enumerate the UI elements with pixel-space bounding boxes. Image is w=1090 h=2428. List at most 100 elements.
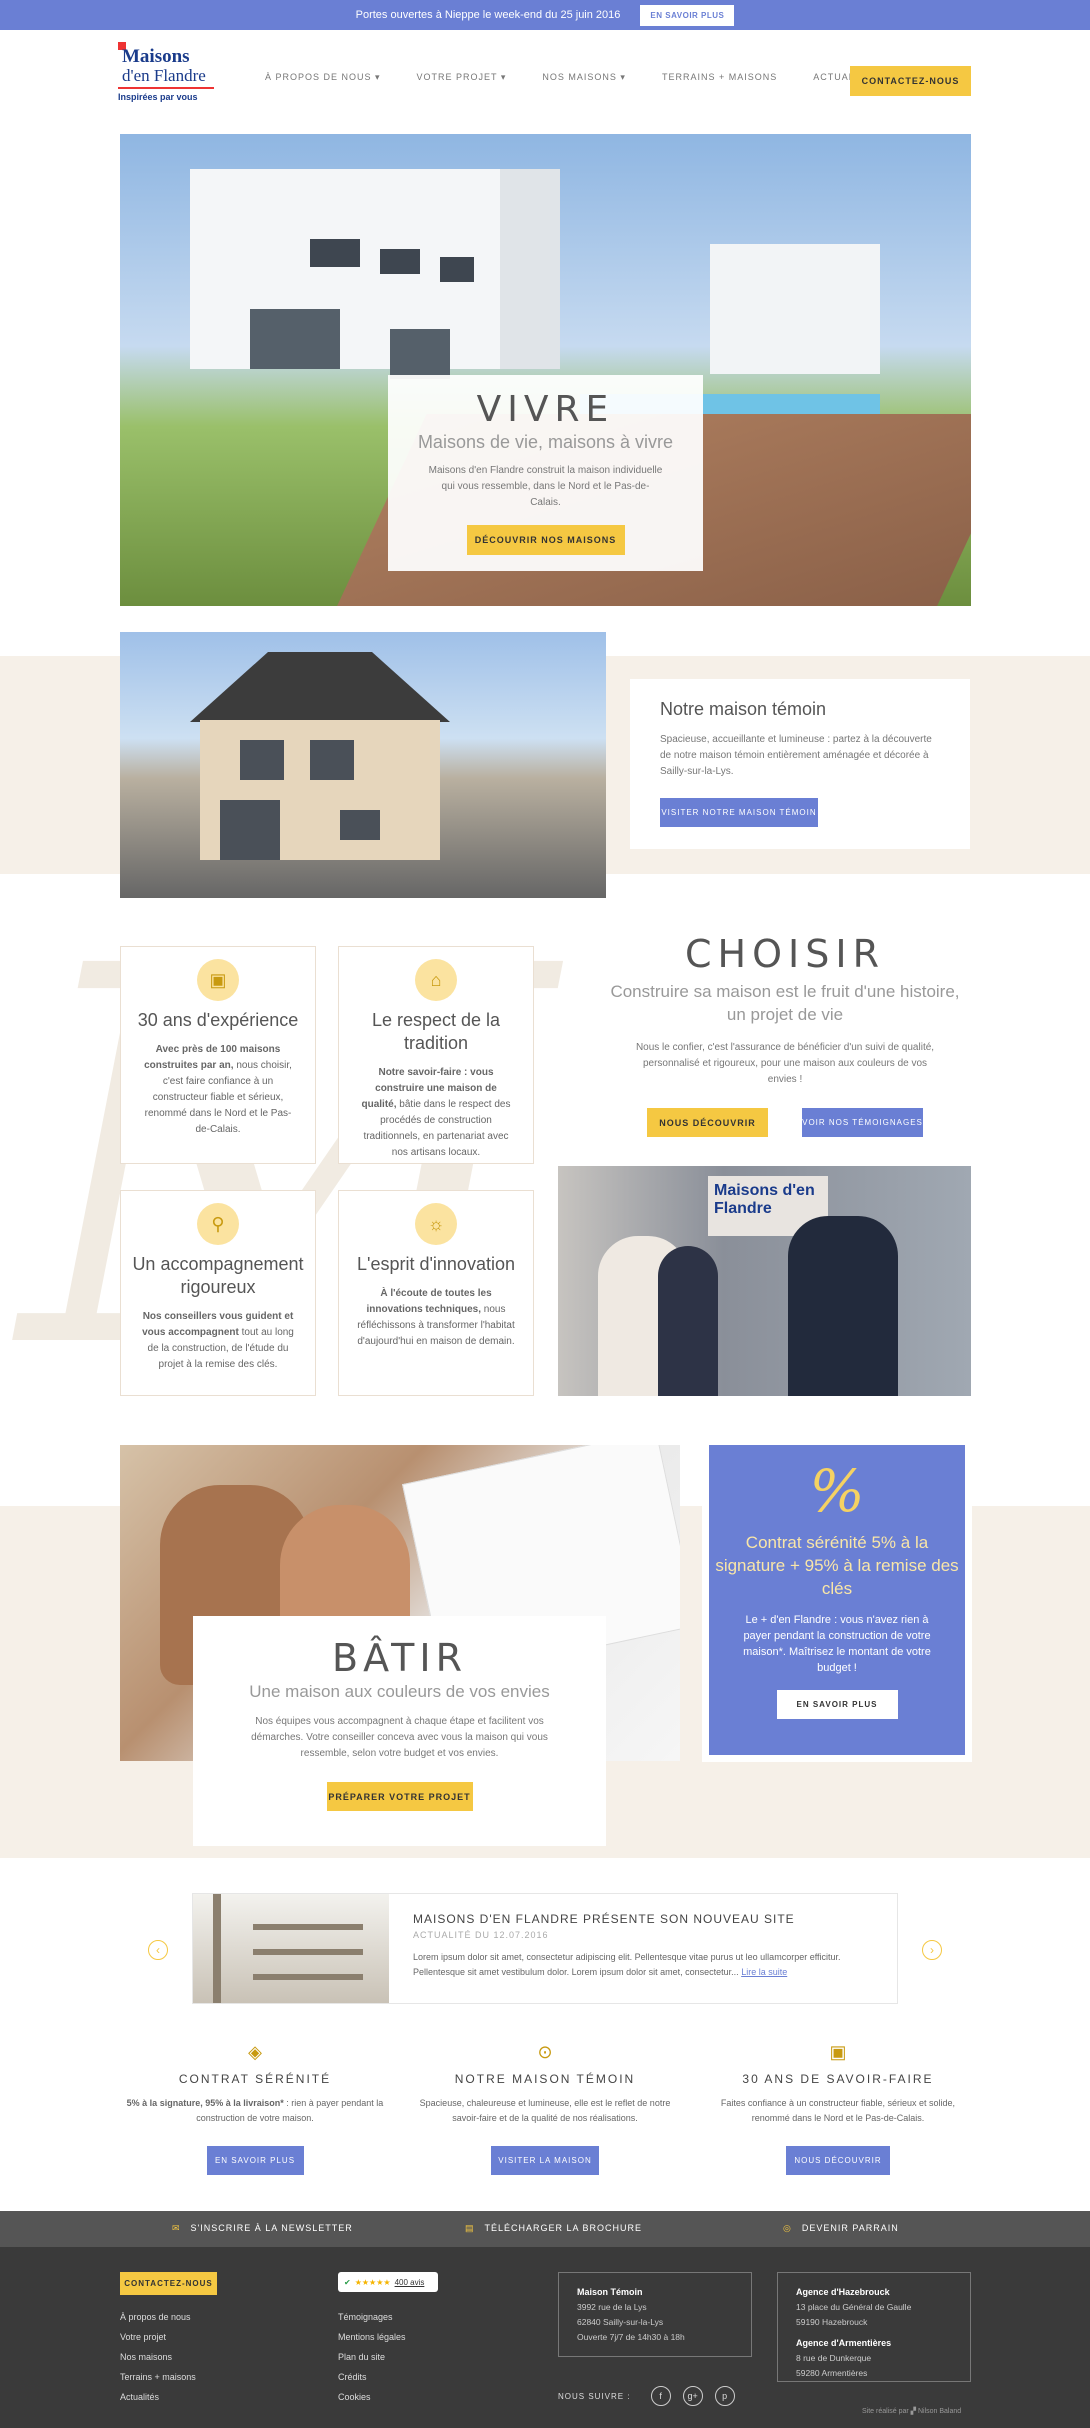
address-line: Ouverte 7j/7 de 14h30 à 18h xyxy=(577,2332,685,2342)
announcement-bar: Portes ouvertes à Nieppe le week-end du … xyxy=(0,0,1090,30)
carousel-next-icon[interactable]: › xyxy=(922,1940,942,1960)
footer-link[interactable]: Mentions légales xyxy=(338,2327,406,2347)
document-icon: ▤ xyxy=(465,2223,475,2233)
address-line: 59280 Armentières xyxy=(796,2368,868,2378)
follow-label: NOUS SUIVRE : xyxy=(558,2391,631,2401)
site-credit[interactable]: Site réalisé par ▞ Nilson Baland xyxy=(862,2407,961,2415)
sponsor-icon: ◎ xyxy=(783,2223,792,2233)
address-line: 3992 rue de la Lys xyxy=(577,2302,647,2312)
contrat-text: Le + d'en Flandre : vous n'avez rien à p… xyxy=(743,1614,931,1674)
footer: CONTACTEZ-NOUS À propos de nous Votre pr… xyxy=(0,2247,1090,2428)
logo-divider xyxy=(118,87,214,89)
feature-text-body: nous choisir, c'est faire confiance à un… xyxy=(144,1060,292,1135)
facebook-icon[interactable]: f xyxy=(650,2386,671,2406)
highlight-button[interactable]: EN SAVOIR PLUS xyxy=(206,2146,304,2175)
logo[interactable]: Maisons d'en Flandre Inspirées par vous xyxy=(118,42,218,114)
footer-contact-button[interactable]: CONTACTEZ-NOUS xyxy=(120,2272,217,2295)
discover-houses-button[interactable]: DÉCOUVRIR NOS MAISONS xyxy=(466,525,625,555)
hero-text: Maisons d'en Flandre construit la maison… xyxy=(428,465,663,508)
rating-count: 400 avis xyxy=(394,2277,425,2287)
feature-card: ▣ 30 ans d'expérience Avec près de 100 m… xyxy=(120,946,316,1164)
read-more-link[interactable]: Lire la suite xyxy=(741,1967,787,1977)
social-links: NOUS SUIVRE : f g+ p xyxy=(558,2386,735,2406)
announcement-button[interactable]: EN SAVOIR PLUS xyxy=(640,4,735,26)
nav-item-terrains-maisons[interactable]: TERRAINS + MAISONS xyxy=(662,72,777,83)
footer-links-1: À propos de nous Votre projet Nos maison… xyxy=(120,2307,196,2407)
address-line: 8 rue de Dunkerque xyxy=(796,2353,872,2363)
highlight-title: NOTRE MAISON TÉMOIN xyxy=(454,2072,636,2086)
google-plus-icon[interactable]: g+ xyxy=(682,2386,703,2406)
news-excerpt: Lorem ipsum dolor sit amet, consectetur … xyxy=(413,1950,863,1980)
nav-item-a-propos[interactable]: À PROPOS DE NOUS ▾ xyxy=(265,72,381,83)
feature-title: L'esprit d'innovation xyxy=(357,1254,515,1274)
magnifier-icon: ⚲ xyxy=(197,1203,239,1245)
footer-link[interactable]: Crédits xyxy=(338,2367,406,2387)
batir-text: Nos équipes vous accompagnent à chaque é… xyxy=(251,1716,548,1759)
choisir-subtitle: Construire sa maison est le fruit d'une … xyxy=(610,982,960,1024)
envelope-icon: ✉ xyxy=(172,2223,181,2233)
footer-link[interactable]: Cookies xyxy=(338,2387,406,2407)
contact-button[interactable]: CONTACTEZ-NOUS xyxy=(850,66,971,96)
feature-card: ⌂ Le respect de la tradition Notre savoi… xyxy=(338,946,534,1164)
news-image xyxy=(193,1894,389,2003)
hero-title: VIVRE xyxy=(476,389,615,430)
hero-subtitle: Maisons de vie, maisons à vivre xyxy=(417,432,674,452)
hero-card: VIVRE Maisons de vie, maisons à vivre Ma… xyxy=(388,375,703,571)
contrat-title: Contrat sérénité 5% à la signature + 95%… xyxy=(715,1533,959,1598)
news-date: ACTUALITÉ DU 12.07.2016 xyxy=(413,1930,549,1940)
pinterest-icon[interactable]: p xyxy=(714,2386,735,2406)
brochure-link[interactable]: ▤ TÉLÉCHARGER LA BROCHURE xyxy=(465,2223,642,2234)
testimonials-button[interactable]: VOIR NOS TÉMOIGNAGES xyxy=(802,1108,923,1137)
parrain-link[interactable]: ◎ DEVENIR PARRAIN xyxy=(783,2223,899,2234)
nav-item-votre-projet[interactable]: VOTRE PROJET ▾ xyxy=(417,72,507,83)
highlight-text-bold: 5% à la signature, 95% à la livraison* xyxy=(126,2098,284,2108)
news-title: MAISONS D'EN FLANDRE PRÉSENTE SON NOUVEA… xyxy=(413,1912,795,1926)
prepare-project-button[interactable]: PRÉPARER VOTRE PROJET xyxy=(326,1782,473,1811)
carousel-prev-icon[interactable]: ‹ xyxy=(148,1940,168,1960)
show-house-address: Maison Témoin 3992 rue de la Lys 62840 S… xyxy=(558,2272,752,2357)
contrat-serenite-card: % Contrat sérénité 5% à la signature + 9… xyxy=(709,1445,965,1755)
show-house-title: Notre maison témoin xyxy=(660,699,827,719)
address-line: 62840 Sailly-sur-la-Lys xyxy=(577,2317,664,2327)
newsletter-link[interactable]: ✉ S'INSCRIRE À LA NEWSLETTER xyxy=(172,2223,353,2234)
choisir-text: Nous le confier, c'est l'assurance de bé… xyxy=(635,1042,935,1085)
contrat-more-button[interactable]: EN SAVOIR PLUS xyxy=(776,1690,898,1719)
feature-text: Nos conseillers vous guident et vous acc… xyxy=(139,1309,297,1373)
action-strip: ✉ S'INSCRIRE À LA NEWSLETTER ▤ TÉLÉCHARGER… xyxy=(0,2211,1090,2247)
footer-link[interactable]: Actualités xyxy=(120,2387,196,2407)
highlight-column: ◈ CONTRAT SÉRÉNITÉ 5% à la signature, 95… xyxy=(115,2042,395,2175)
footer-link[interactable]: Témoignages xyxy=(338,2307,406,2327)
footer-link[interactable]: Votre projet xyxy=(120,2327,196,2347)
feature-text-bold: À l'écoute de toutes les innovations tec… xyxy=(366,1288,492,1315)
batir-title: BÂTIR xyxy=(332,1636,467,1680)
choisir-section: CHOISIR Construire sa maison est le frui… xyxy=(600,932,970,1137)
logo-line2: d'en Flandre xyxy=(122,66,206,85)
show-house-address-title: Maison Témoin xyxy=(577,2287,643,2297)
feature-text: Notre savoir-faire : vous construire une… xyxy=(357,1065,515,1161)
footer-link[interactable]: Terrains + maisons xyxy=(120,2367,196,2387)
footer-link[interactable]: À propos de nous xyxy=(120,2307,196,2327)
nav-item-nos-maisons[interactable]: NOS MAISONS ▾ xyxy=(542,72,626,83)
show-house-text: Spacieuse, accueillante et lumineuse : p… xyxy=(660,734,932,777)
agency-title: Agence d'Hazebrouck xyxy=(796,2287,890,2297)
highlight-button[interactable]: NOUS DÉCOUVRIR xyxy=(786,2146,890,2175)
visit-show-house-button[interactable]: VISITER NOTRE MAISON TÉMOIN xyxy=(660,798,818,827)
highlight-title: 30 ANS DE SAVOIR-FAIRE xyxy=(742,2072,934,2086)
footer-link[interactable]: Plan du site xyxy=(338,2347,406,2367)
hero-banner: VIVRE Maisons de vie, maisons à vivre Ma… xyxy=(120,134,971,606)
agencies-address: Agence d'Hazebrouck 13 place du Général … xyxy=(777,2272,971,2382)
agency-title: Agence d'Armentières xyxy=(796,2338,892,2348)
address-line: 59190 Hazebrouck xyxy=(796,2317,868,2327)
address-line: 13 place du Général de Gaulle xyxy=(796,2302,912,2312)
footer-link[interactable]: Nos maisons xyxy=(120,2347,196,2367)
hero-house-image xyxy=(190,169,560,379)
rating-badge[interactable]: ✔ ★★★★★ 400 avis xyxy=(338,2272,438,2292)
map-pin-icon: ⊙ xyxy=(537,2042,553,2062)
batir-subtitle: Une maison aux couleurs de vos envies xyxy=(249,1682,550,1701)
highlight-button[interactable]: VISITER LA MAISON xyxy=(491,2146,599,2175)
briefcase-icon: ▣ xyxy=(197,959,239,1001)
news-item[interactable]: MAISONS D'EN FLANDRE PRÉSENTE SON NOUVEA… xyxy=(192,1893,898,2004)
discover-us-button[interactable]: NOUS DÉCOUVRIR xyxy=(647,1108,768,1137)
logo-line1: Maisons xyxy=(122,46,190,67)
feature-title: Un accompagnement rigoureux xyxy=(132,1254,304,1297)
